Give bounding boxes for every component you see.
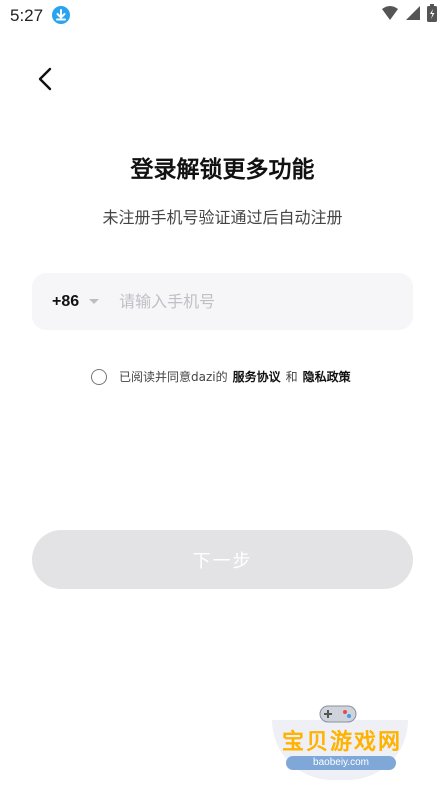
- watermark-logo: 宝贝游戏网 baobeiy.com: [266, 694, 416, 786]
- agreement-row: 已阅读并同意dazi的 服务协议 和 隐私政策: [91, 368, 351, 385]
- service-agreement-link[interactable]: 服务协议: [233, 368, 281, 385]
- page-title: 登录解锁更多功能: [130, 157, 315, 183]
- watermark-text: 宝贝游戏网: [281, 730, 402, 755]
- cellular-signal-icon: [405, 5, 421, 25]
- page-subtitle: 未注册手机号验证通过后自动注册: [102, 208, 343, 227]
- country-code-selector[interactable]: +86: [52, 293, 79, 311]
- battery-charging-icon: [427, 4, 437, 26]
- download-icon: [52, 6, 70, 24]
- status-bar: 5:27: [0, 0, 445, 30]
- phone-input[interactable]: [119, 273, 413, 330]
- agreement-checkbox[interactable]: [91, 368, 107, 385]
- status-time: 5:27: [10, 6, 44, 25]
- next-step-button[interactable]: 下一步: [32, 530, 413, 589]
- wifi-icon: [381, 5, 399, 25]
- privacy-policy-link[interactable]: 隐私政策: [303, 368, 351, 385]
- agreement-prefix: 已阅读并同意dazi的: [119, 370, 228, 384]
- agreement-conjunction: 和: [285, 370, 298, 384]
- watermark-url: baobeiy.com: [286, 756, 396, 770]
- back-button[interactable]: [30, 66, 60, 96]
- caret-down-icon[interactable]: [89, 299, 100, 304]
- chevron-left-icon: [37, 67, 53, 95]
- status-icons: [381, 4, 437, 26]
- phone-input-group: +86: [32, 273, 413, 330]
